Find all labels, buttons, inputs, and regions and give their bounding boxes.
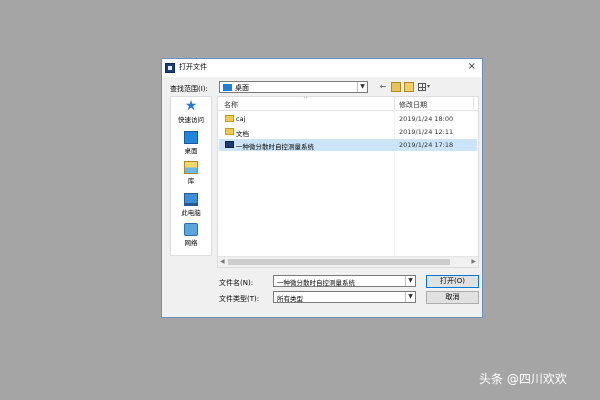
place-desktop[interactable]: 桌面 xyxy=(171,131,211,155)
filename-label: 文件名(N): xyxy=(219,279,254,287)
place-label: 桌面 xyxy=(184,147,198,155)
scrollbar-thumb[interactable] xyxy=(228,259,450,265)
file-list[interactable]: 名称 ^ 修改日期 caj 2019/1/24 18:00 文档 2019/1/… xyxy=(217,96,479,268)
lookin-combo[interactable]: 桌面 ▼ xyxy=(219,81,368,93)
app-icon xyxy=(165,63,175,73)
folder-icon xyxy=(225,115,234,122)
place-label: 此电脑 xyxy=(181,209,201,217)
file-row[interactable]: caj 2019/1/24 18:00 xyxy=(219,113,477,125)
file-name: 一种微分散时自控测量系统 xyxy=(236,143,314,151)
places-bar: ★ 快速访问 桌面 库 此电脑 网络 xyxy=(170,96,212,256)
new-folder-icon[interactable] xyxy=(404,82,414,92)
chevron-down-icon: ▾ xyxy=(427,83,431,90)
column-divider[interactable] xyxy=(473,97,474,110)
file-name: caj xyxy=(236,115,246,123)
title-bar: 打开文件 × xyxy=(162,59,482,77)
place-label: 库 xyxy=(187,177,195,185)
filename-input[interactable]: 一种微分散时自控测量系统 ▼ xyxy=(273,275,416,287)
place-library[interactable]: 库 xyxy=(171,161,211,185)
network-icon xyxy=(184,223,198,236)
file-row[interactable]: 文档 2019/1/24 12:11 xyxy=(219,126,477,138)
dialog-title: 打开文件 xyxy=(179,63,207,71)
file-date: 2019/1/24 18:00 xyxy=(399,115,454,123)
filetype-value: 所有类型 xyxy=(277,295,303,303)
file-row-selected[interactable]: 一种微分散时自控测量系统 2019/1/24 17:18 xyxy=(219,139,477,151)
library-icon xyxy=(184,161,198,174)
chevron-down-icon[interactable]: ▼ xyxy=(357,82,367,92)
chevron-down-icon[interactable]: ▼ xyxy=(405,292,415,302)
desktop-icon xyxy=(184,131,198,144)
place-quick-access[interactable]: ★ 快速访问 xyxy=(171,98,211,124)
column-header-name[interactable]: 名称 xyxy=(224,100,238,110)
view-menu-icon[interactable]: ▾ xyxy=(418,82,434,92)
folder-icon xyxy=(225,128,234,135)
filename-value: 一种微分散时自控测量系统 xyxy=(277,279,355,287)
filetype-select[interactable]: 所有类型 ▼ xyxy=(273,291,416,303)
application-icon xyxy=(225,141,234,148)
desktop-folder-icon xyxy=(223,84,232,91)
place-label: 网络 xyxy=(184,239,198,247)
scroll-left-icon[interactable]: ◀ xyxy=(220,258,225,265)
open-file-dialog: 打开文件 × 查找范围(I): 桌面 ▼ ← ▾ ★ 快速访问 桌面 库 此电脑 xyxy=(161,58,483,318)
star-icon: ★ xyxy=(184,98,198,114)
lookin-value: 桌面 xyxy=(235,84,249,92)
horizontal-scrollbar[interactable]: ◀ ▶ xyxy=(218,256,478,267)
watermark-text: 头条 @四川欢欢 xyxy=(479,372,567,386)
up-folder-icon[interactable] xyxy=(391,82,401,92)
place-this-pc[interactable]: 此电脑 xyxy=(171,193,211,217)
sort-caret-icon: ^ xyxy=(303,96,309,103)
file-date: 2019/1/24 12:11 xyxy=(399,128,454,136)
lookin-label: 查找范围(I): xyxy=(170,85,208,93)
file-name: 文档 xyxy=(236,130,249,138)
column-divider[interactable] xyxy=(394,97,395,110)
computer-icon xyxy=(184,193,198,206)
place-label: 快速访问 xyxy=(178,116,204,124)
view-grid-icon xyxy=(418,83,426,91)
close-icon[interactable]: × xyxy=(468,60,476,74)
chevron-down-icon[interactable]: ▼ xyxy=(405,276,415,286)
place-network[interactable]: 网络 xyxy=(171,223,211,247)
filetype-label: 文件类型(T): xyxy=(219,295,260,303)
open-button[interactable]: 打开(O) xyxy=(426,275,479,288)
file-date: 2019/1/24 17:18 xyxy=(399,141,454,149)
back-icon[interactable]: ← xyxy=(378,82,388,92)
cancel-button[interactable]: 取消 xyxy=(426,291,479,304)
file-list-header: 名称 ^ 修改日期 xyxy=(218,97,478,111)
column-header-date[interactable]: 修改日期 xyxy=(399,100,427,110)
scroll-right-icon[interactable]: ▶ xyxy=(471,258,476,265)
